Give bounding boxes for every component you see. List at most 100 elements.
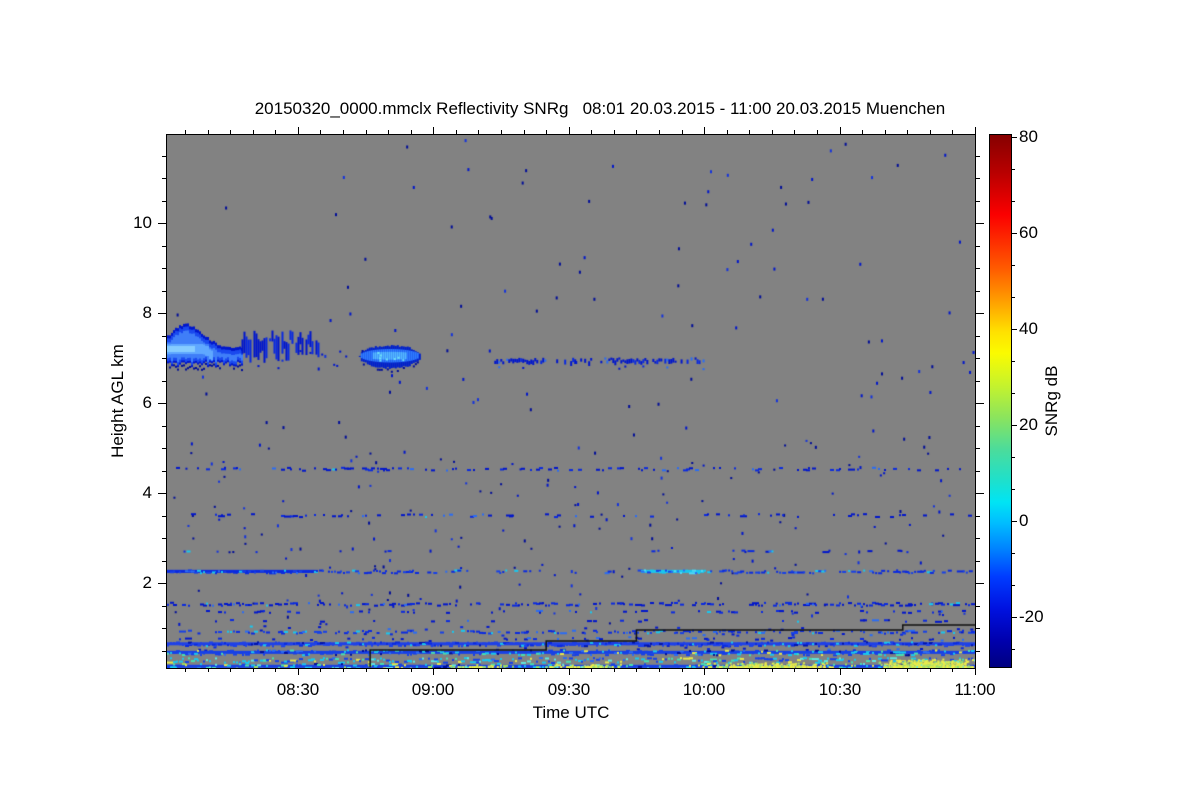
colorbar-minor-tick <box>1012 489 1015 490</box>
y-minor-tick <box>162 448 166 449</box>
x-minor-tick <box>659 668 660 672</box>
colorbar-tick-label: 40 <box>1019 319 1038 338</box>
x-minor-tick <box>230 668 231 672</box>
y-minor-tick-right <box>976 561 980 562</box>
colorbar-major-tick <box>1012 521 1017 522</box>
x-minor-tick-top <box>478 130 479 134</box>
x-minor-tick-top <box>682 130 683 134</box>
y-minor-tick-right <box>976 201 980 202</box>
y-minor-tick <box>162 471 166 472</box>
colorbar-minor-tick <box>1012 457 1015 458</box>
y-minor-tick-right <box>976 628 980 629</box>
y-major-tick <box>158 223 166 224</box>
y-minor-tick <box>162 246 166 247</box>
x-major-tick-top <box>433 127 434 134</box>
x-tick-label: 09:00 <box>411 680 455 699</box>
x-minor-tick <box>456 668 457 672</box>
x-axis-label: Time UTC <box>532 703 610 722</box>
y-minor-tick-right <box>976 538 980 539</box>
y-minor-tick-right <box>976 156 980 157</box>
x-minor-tick <box>817 668 818 672</box>
x-minor-tick <box>636 668 637 672</box>
x-major-tick <box>704 668 705 675</box>
x-major-tick <box>840 668 841 675</box>
x-minor-tick-top <box>794 130 795 134</box>
x-minor-tick-top <box>885 130 886 134</box>
y-major-tick-right <box>976 493 984 494</box>
colorbar-major-tick <box>1012 617 1017 618</box>
colorbar-tick-label: 80 <box>1019 127 1038 146</box>
x-major-tick-top <box>298 127 299 134</box>
y-minor-tick <box>162 651 166 652</box>
x-minor-tick <box>749 668 750 672</box>
x-minor-tick <box>794 668 795 672</box>
x-minor-tick-top <box>456 130 457 134</box>
x-minor-tick <box>682 668 683 672</box>
x-minor-tick-top <box>275 130 276 134</box>
y-major-tick <box>158 313 166 314</box>
y-major-tick-right <box>976 313 984 314</box>
x-minor-tick-top <box>727 130 728 134</box>
x-major-tick <box>298 668 299 675</box>
y-minor-tick <box>162 426 166 427</box>
x-minor-tick <box>546 668 547 672</box>
y-minor-tick-right <box>976 471 980 472</box>
x-minor-tick <box>885 668 886 672</box>
y-major-tick-right <box>976 403 984 404</box>
x-tick-label: 11:00 <box>954 680 996 699</box>
y-tick-label: 2 <box>142 573 152 592</box>
x-minor-tick <box>930 668 931 672</box>
x-minor-tick <box>501 668 502 672</box>
x-tick-label: 08:30 <box>276 680 320 699</box>
y-minor-tick <box>162 291 166 292</box>
y-minor-tick <box>162 381 166 382</box>
x-minor-tick-top <box>772 130 773 134</box>
x-minor-tick-top <box>388 130 389 134</box>
x-minor-tick-top <box>636 130 637 134</box>
x-minor-tick-top <box>952 130 953 134</box>
x-minor-tick-top <box>501 130 502 134</box>
colorbar <box>989 134 1012 668</box>
colorbar-major-tick <box>1012 137 1017 138</box>
y-minor-tick-right <box>976 358 980 359</box>
y-minor-tick <box>162 561 166 562</box>
colorbar-tick-label: 0 <box>1019 511 1029 530</box>
x-minor-tick-top <box>907 130 908 134</box>
y-tick-label: 8 <box>142 303 152 322</box>
x-minor-tick-top <box>614 130 615 134</box>
x-minor-tick <box>208 668 209 672</box>
radar-reflectivity-figure: 20150320_0000.mmclx Reflectivity SNRg 08… <box>0 0 1200 800</box>
x-minor-tick-top <box>930 130 931 134</box>
colorbar-minor-tick <box>1012 553 1015 554</box>
y-minor-tick <box>162 178 166 179</box>
y-minor-tick <box>162 268 166 269</box>
x-minor-tick <box>411 668 412 672</box>
x-minor-tick <box>366 668 367 672</box>
y-major-tick-right <box>976 223 984 224</box>
x-minor-tick <box>320 668 321 672</box>
y-minor-tick-right <box>976 651 980 652</box>
x-minor-tick-top <box>659 130 660 134</box>
colorbar-minor-tick <box>1012 585 1015 586</box>
y-major-tick <box>158 493 166 494</box>
x-minor-tick <box>772 668 773 672</box>
x-minor-tick <box>614 668 615 672</box>
x-minor-tick <box>952 668 953 672</box>
y-tick-label: 4 <box>142 483 152 502</box>
y-minor-tick <box>162 516 166 517</box>
x-major-tick <box>433 668 434 675</box>
y-major-tick <box>158 403 166 404</box>
y-tick-label: 6 <box>142 393 152 412</box>
y-minor-tick-right <box>976 381 980 382</box>
x-minor-tick-top <box>411 130 412 134</box>
x-minor-tick-top <box>253 130 254 134</box>
x-minor-tick-top <box>591 130 592 134</box>
x-minor-tick-top <box>546 130 547 134</box>
y-minor-tick-right <box>976 516 980 517</box>
colorbar-minor-tick <box>1012 201 1015 202</box>
y-minor-tick-right <box>976 291 980 292</box>
colorbar-minor-tick <box>1012 361 1015 362</box>
colorbar-major-tick <box>1012 233 1017 234</box>
heatmap-canvas <box>167 135 975 668</box>
x-minor-tick <box>253 668 254 672</box>
